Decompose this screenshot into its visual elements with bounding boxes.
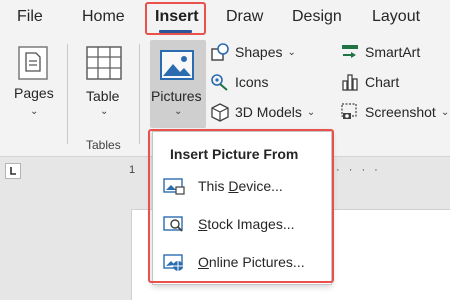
- tables-group-label: Tables: [86, 138, 121, 152]
- smartart-button[interactable]: SmartArt: [340, 42, 420, 62]
- ribbon-tab-bar: File Home Insert Draw Design Layout: [0, 0, 450, 36]
- chevron-down-icon: ⌄: [100, 106, 109, 117]
- chevron-down-icon: ⌄: [287, 46, 296, 58]
- ruler-ticks: · · · ·: [336, 164, 381, 176]
- chevron-down-icon: ⌄: [174, 106, 183, 117]
- pages-label: Pages: [14, 85, 54, 101]
- shapes-label: Shapes: [235, 44, 283, 60]
- pictures-button[interactable]: Pictures ⌄: [150, 40, 206, 128]
- ribbon-separator: [139, 44, 140, 144]
- shapes-button[interactable]: Shapes ⌄: [210, 42, 296, 62]
- table-icon: [86, 46, 122, 80]
- shapes-icon: [211, 43, 229, 61]
- table-label: Table: [86, 88, 120, 104]
- smartart-icon: [342, 45, 358, 58]
- screenshot-button[interactable]: Screenshot ⌄: [340, 102, 449, 122]
- tab-file[interactable]: File: [17, 8, 43, 26]
- icons-icon: [211, 74, 228, 91]
- chevron-down-icon: ⌄: [306, 106, 316, 118]
- pictures-label: Pictures: [151, 88, 202, 104]
- chart-label: Chart: [365, 74, 400, 90]
- insert-tab-highlight: [145, 2, 206, 35]
- tab-home[interactable]: Home: [82, 8, 125, 26]
- tab-selector[interactable]: [5, 163, 21, 179]
- ribbon-separator: [67, 44, 68, 144]
- chart-button[interactable]: Chart: [340, 72, 399, 92]
- tab-draw[interactable]: Draw: [226, 8, 263, 26]
- icons-button[interactable]: Icons: [210, 72, 268, 92]
- dropdown-highlight: [148, 129, 334, 283]
- chart-icon: [342, 74, 358, 91]
- cube-icon: [211, 103, 229, 122]
- screenshot-label: Screenshot: [365, 104, 436, 120]
- pages-button[interactable]: Pages ⌄: [8, 40, 60, 130]
- tab-layout[interactable]: Layout: [372, 8, 420, 26]
- picture-icon: [160, 50, 194, 80]
- icons-label: Icons: [235, 74, 269, 90]
- left-tab-stop-icon: [10, 167, 16, 175]
- 3d-models-label: 3D Models: [235, 104, 302, 120]
- chevron-down-icon: ⌄: [440, 106, 450, 118]
- 3d-models-button[interactable]: 3D Models ⌄: [210, 102, 315, 122]
- smartart-label: SmartArt: [365, 44, 421, 60]
- table-button[interactable]: Table ⌄: [78, 40, 130, 130]
- screenshot-icon: [341, 103, 357, 119]
- chevron-down-icon: ⌄: [30, 106, 39, 117]
- tab-design[interactable]: Design: [292, 8, 342, 26]
- ruler-marker: 1: [129, 164, 136, 176]
- pages-icon: [18, 46, 48, 80]
